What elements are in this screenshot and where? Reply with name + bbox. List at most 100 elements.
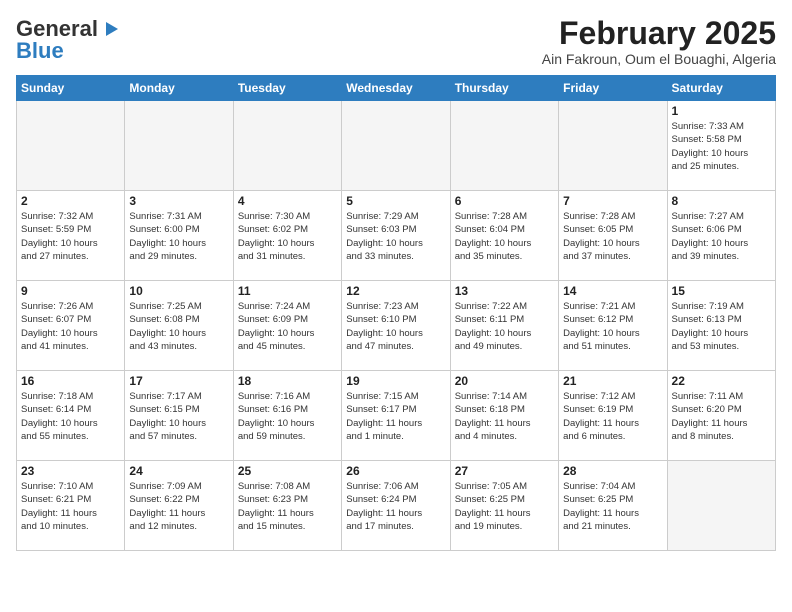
calendar-cell	[17, 101, 125, 191]
weekday-header: Sunday	[17, 76, 125, 101]
weekday-header: Saturday	[667, 76, 775, 101]
day-number: 18	[238, 374, 337, 388]
day-number: 1	[672, 104, 771, 118]
calendar-cell: 24Sunrise: 7:09 AM Sunset: 6:22 PM Dayli…	[125, 461, 233, 551]
day-info: Sunrise: 7:26 AM Sunset: 6:07 PM Dayligh…	[21, 300, 120, 353]
calendar-cell: 11 Sunrise: 7:24 AM Sunset: 6:09 PM Dayli…	[233, 281, 341, 371]
calendar-cell: 9 Sunrise: 7:26 AM Sunset: 6:07 PM Daylig…	[17, 281, 125, 371]
calendar-cell: 18 Sunrise: 7:16 AM Sunset: 6:16 PM Dayli…	[233, 371, 341, 461]
calendar-cell: 28 Sunrise: 7:04 AM Sunset: 6:25 PM Dayli…	[559, 461, 667, 551]
weekday-row: SundayMondayTuesdayWednesdayThursdayFrid…	[17, 76, 776, 101]
day-number: 14	[563, 284, 662, 298]
logo-icon	[100, 18, 122, 40]
day-number: 8	[672, 194, 771, 208]
calendar-subtitle: Ain Fakroun, Oum el Bouaghi, Algeria	[542, 51, 776, 67]
calendar-cell: 16 Sunrise: 7:18 AM Sunset: 6:14 PM Dayli…	[17, 371, 125, 461]
day-number: 7	[563, 194, 662, 208]
day-info: Sunrise: 7:15 AM Sunset: 6:17 PM Dayligh…	[346, 390, 445, 443]
calendar-cell	[559, 101, 667, 191]
day-number: 17	[129, 374, 228, 388]
day-number: 5	[346, 194, 445, 208]
day-number: 3	[129, 194, 228, 208]
day-info: Sunrise: 7:23 AM Sunset: 6:10 PM Dayligh…	[346, 300, 445, 353]
day-info: Sunrise: 7:31 AM Sunset: 6:00 PM Dayligh…	[129, 210, 228, 263]
day-info: Sunrise: 7:30 AM Sunset: 6:02 PM Dayligh…	[238, 210, 337, 263]
calendar-cell	[342, 101, 450, 191]
calendar-header: SundayMondayTuesdayWednesdayThursdayFrid…	[17, 76, 776, 101]
day-number: 23	[21, 464, 120, 478]
calendar-cell	[667, 461, 775, 551]
calendar-cell: 26 Sunrise: 7:06 AM Sunset: 6:24 PM Dayli…	[342, 461, 450, 551]
calendar-cell: 5 Sunrise: 7:29 AM Sunset: 6:03 PM Daylig…	[342, 191, 450, 281]
day-info: Sunrise: 7:28 AM Sunset: 6:05 PM Dayligh…	[563, 210, 662, 263]
calendar-cell: 15Sunrise: 7:19 AM Sunset: 6:13 PM Dayli…	[667, 281, 775, 371]
day-info: Sunrise: 7:21 AM Sunset: 6:12 PM Dayligh…	[563, 300, 662, 353]
weekday-header: Monday	[125, 76, 233, 101]
calendar-table: SundayMondayTuesdayWednesdayThursdayFrid…	[16, 75, 776, 551]
day-number: 12	[346, 284, 445, 298]
calendar-cell: 3 Sunrise: 7:31 AM Sunset: 6:00 PM Daylig…	[125, 191, 233, 281]
day-info: Sunrise: 7:06 AM Sunset: 6:24 PM Dayligh…	[346, 480, 445, 533]
calendar-cell: 6Sunrise: 7:28 AM Sunset: 6:04 PM Daylig…	[450, 191, 558, 281]
day-info: Sunrise: 7:17 AM Sunset: 6:15 PM Dayligh…	[129, 390, 228, 443]
day-info: Sunrise: 7:11 AM Sunset: 6:20 PM Dayligh…	[672, 390, 771, 443]
day-info: Sunrise: 7:27 AM Sunset: 6:06 PM Dayligh…	[672, 210, 771, 263]
calendar-cell	[450, 101, 558, 191]
page-header: General Blue February 2025 Ain Fakroun, …	[16, 16, 776, 67]
day-number: 2	[21, 194, 120, 208]
calendar-week-row: 2Sunrise: 7:32 AM Sunset: 5:59 PM Daylig…	[17, 191, 776, 281]
calendar-cell: 1 Sunrise: 7:33 AM Sunset: 5:58 PM Daylig…	[667, 101, 775, 191]
day-number: 26	[346, 464, 445, 478]
day-number: 10	[129, 284, 228, 298]
weekday-header: Wednesday	[342, 76, 450, 101]
day-info: Sunrise: 7:24 AM Sunset: 6:09 PM Dayligh…	[238, 300, 337, 353]
day-info: Sunrise: 7:08 AM Sunset: 6:23 PM Dayligh…	[238, 480, 337, 533]
day-info: Sunrise: 7:12 AM Sunset: 6:19 PM Dayligh…	[563, 390, 662, 443]
calendar-week-row: 9 Sunrise: 7:26 AM Sunset: 6:07 PM Daylig…	[17, 281, 776, 371]
day-info: Sunrise: 7:04 AM Sunset: 6:25 PM Dayligh…	[563, 480, 662, 533]
day-number: 9	[21, 284, 120, 298]
day-info: Sunrise: 7:05 AM Sunset: 6:25 PM Dayligh…	[455, 480, 554, 533]
day-info: Sunrise: 7:25 AM Sunset: 6:08 PM Dayligh…	[129, 300, 228, 353]
day-info: Sunrise: 7:22 AM Sunset: 6:11 PM Dayligh…	[455, 300, 554, 353]
calendar-cell: 4 Sunrise: 7:30 AM Sunset: 6:02 PM Daylig…	[233, 191, 341, 281]
day-number: 16	[21, 374, 120, 388]
logo-blue: Blue	[16, 38, 64, 64]
calendar-cell: 27 Sunrise: 7:05 AM Sunset: 6:25 PM Dayli…	[450, 461, 558, 551]
day-info: Sunrise: 7:33 AM Sunset: 5:58 PM Dayligh…	[672, 120, 771, 173]
day-number: 4	[238, 194, 337, 208]
day-info: Sunrise: 7:19 AM Sunset: 6:13 PM Dayligh…	[672, 300, 771, 353]
calendar-cell	[233, 101, 341, 191]
day-number: 11	[238, 284, 337, 298]
day-number: 22	[672, 374, 771, 388]
day-number: 19	[346, 374, 445, 388]
calendar-cell: 7 Sunrise: 7:28 AM Sunset: 6:05 PM Daylig…	[559, 191, 667, 281]
day-info: Sunrise: 7:28 AM Sunset: 6:04 PM Dayligh…	[455, 210, 554, 263]
day-number: 24	[129, 464, 228, 478]
calendar-cell: 22 Sunrise: 7:11 AM Sunset: 6:20 PM Dayli…	[667, 371, 775, 461]
calendar-cell: 10 Sunrise: 7:25 AM Sunset: 6:08 PM Dayli…	[125, 281, 233, 371]
calendar-cell: 13 Sunrise: 7:22 AM Sunset: 6:11 PM Dayli…	[450, 281, 558, 371]
day-number: 27	[455, 464, 554, 478]
calendar-cell: 17 Sunrise: 7:17 AM Sunset: 6:15 PM Dayli…	[125, 371, 233, 461]
calendar-cell: 23Sunrise: 7:10 AM Sunset: 6:21 PM Dayli…	[17, 461, 125, 551]
calendar-week-row: 23Sunrise: 7:10 AM Sunset: 6:21 PM Dayli…	[17, 461, 776, 551]
calendar-cell: 14 Sunrise: 7:21 AM Sunset: 6:12 PM Dayli…	[559, 281, 667, 371]
day-number: 28	[563, 464, 662, 478]
logo: General Blue	[16, 16, 122, 64]
calendar-week-row: 1 Sunrise: 7:33 AM Sunset: 5:58 PM Daylig…	[17, 101, 776, 191]
day-info: Sunrise: 7:14 AM Sunset: 6:18 PM Dayligh…	[455, 390, 554, 443]
day-info: Sunrise: 7:29 AM Sunset: 6:03 PM Dayligh…	[346, 210, 445, 263]
calendar-week-row: 16 Sunrise: 7:18 AM Sunset: 6:14 PM Dayli…	[17, 371, 776, 461]
calendar-body: 1 Sunrise: 7:33 AM Sunset: 5:58 PM Daylig…	[17, 101, 776, 551]
weekday-header: Thursday	[450, 76, 558, 101]
day-info: Sunrise: 7:18 AM Sunset: 6:14 PM Dayligh…	[21, 390, 120, 443]
title-block: February 2025 Ain Fakroun, Oum el Bouagh…	[542, 16, 776, 67]
weekday-header: Tuesday	[233, 76, 341, 101]
calendar-cell: 20Sunrise: 7:14 AM Sunset: 6:18 PM Dayli…	[450, 371, 558, 461]
day-number: 13	[455, 284, 554, 298]
day-info: Sunrise: 7:16 AM Sunset: 6:16 PM Dayligh…	[238, 390, 337, 443]
calendar-cell: 19 Sunrise: 7:15 AM Sunset: 6:17 PM Dayli…	[342, 371, 450, 461]
weekday-header: Friday	[559, 76, 667, 101]
calendar-cell: 12 Sunrise: 7:23 AM Sunset: 6:10 PM Dayli…	[342, 281, 450, 371]
